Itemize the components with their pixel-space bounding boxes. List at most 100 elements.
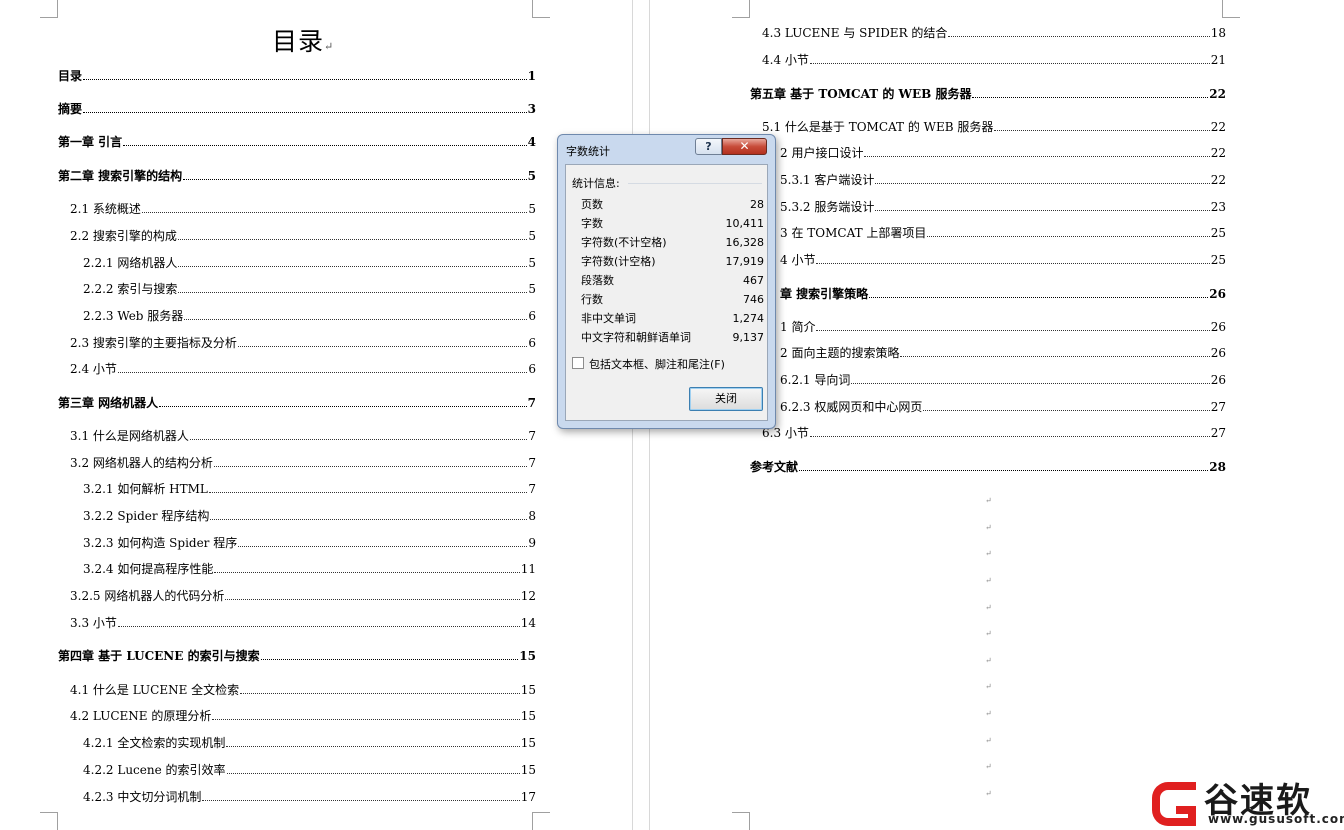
dot-leader — [83, 69, 527, 80]
dot-leader — [927, 226, 1210, 237]
help-button[interactable]: ? — [695, 138, 722, 155]
toc-entry[interactable]: 5.1 什么是基于 TOMCAT 的 WEB 服务器 22 — [762, 119, 1226, 135]
toc-entry-page: 26 — [1210, 373, 1226, 387]
toc-entry-title: 4 小节 — [780, 253, 816, 267]
toc-entry-page: 18 — [1210, 26, 1226, 40]
toc-entry-page: 5 — [528, 229, 536, 243]
toc-entry-page: 6 — [528, 362, 536, 376]
toc-entry-title: 3 在 TOMCAT 上部署项目 — [780, 226, 927, 240]
toc-entry-page: 7 — [528, 482, 536, 496]
toc-entry[interactable]: 摘要 3 — [58, 101, 536, 117]
toc-entry[interactable]: 第四章 基于 LUCENE 的索引与搜索 15 — [58, 648, 536, 664]
stat-label: 页数 — [581, 198, 603, 211]
toc-entry[interactable]: 章 搜索引擎策略 26 — [780, 286, 1226, 302]
close-window-button[interactable]: ✕ — [722, 138, 767, 155]
toc-entry[interactable]: 第二章 搜索引擎的结构 5 — [58, 168, 536, 184]
dot-leader — [117, 362, 528, 373]
toc-entry[interactable]: 第五章 基于 TOMCAT 的 WEB 服务器 22 — [750, 86, 1226, 102]
toc-entry[interactable]: 2.2 搜索引擎的构成 5 — [70, 228, 536, 244]
toc-entry[interactable]: 2 面向主题的搜索策略 26 — [780, 345, 1226, 361]
toc-entry[interactable]: 2 用户接口设计 22 — [780, 145, 1226, 161]
dot-leader — [869, 287, 1209, 298]
dot-leader — [260, 649, 519, 660]
toc-entry-page: 22 — [1209, 87, 1226, 101]
toc-entry[interactable]: 2.4 小节 6 — [70, 361, 536, 377]
toc-entry-title: 2.2.3 Web 服务器 — [83, 309, 184, 323]
dot-leader — [184, 309, 528, 320]
dot-leader — [864, 146, 1210, 157]
toc-entry[interactable]: 1 简介 26 — [780, 319, 1226, 335]
toc-entry-title: 3.2 网络机器人的结构分析 — [70, 456, 213, 470]
toc-entry-page: 14 — [520, 616, 536, 630]
toc-entry-page: 22 — [1210, 120, 1226, 134]
toc-entry-title: 2.2.1 网络机器人 — [83, 256, 178, 270]
toc-entry[interactable]: 2.3 搜索引擎的主要指标及分析 6 — [70, 335, 536, 351]
toc-entry[interactable]: 参考文献 28 — [750, 459, 1226, 475]
toc-entry[interactable]: 第一章 引言 4 — [58, 134, 536, 150]
dialog-titlebar[interactable]: 字数统计 ? ✕ — [558, 135, 775, 165]
toc-entry-title: 3.1 什么是网络机器人 — [70, 429, 189, 443]
toc-entry[interactable]: 3.2.1 如何解析 HTML 7 — [83, 481, 536, 497]
toc-entry[interactable]: 5.3.2 服务端设计 23 — [780, 199, 1226, 215]
include-textboxes-checkbox[interactable] — [572, 357, 584, 369]
toc-entry-page: 17 — [520, 790, 536, 804]
dot-leader — [141, 202, 528, 213]
stat-row: 中文字符和朝鲜语单词 9,137 — [581, 328, 764, 347]
toc-entry[interactable]: 6.2.1 导向词 26 — [780, 372, 1226, 388]
toc-entry-page: 22 — [1210, 146, 1226, 160]
include-textboxes-label[interactable]: 包括文本框、脚注和尾注(F) — [589, 356, 725, 372]
dot-leader — [875, 173, 1210, 184]
toc-entry[interactable]: 4.3 LUCENE 与 SPIDER 的结合 18 — [762, 25, 1226, 41]
help-icon: ? — [705, 140, 712, 153]
toc-entry[interactable]: 3 在 TOMCAT 上部署项目 25 — [780, 225, 1226, 241]
toc-entry[interactable]: 4.4 小节 21 — [762, 52, 1226, 68]
dot-leader — [183, 169, 527, 180]
toc-entry[interactable]: 3.2 网络机器人的结构分析 7 — [70, 455, 536, 471]
stat-row: 字数 10,411 — [581, 214, 764, 233]
stat-value: 28 — [750, 198, 764, 211]
toc-entry-page: 22 — [1210, 173, 1226, 187]
dot-leader — [237, 336, 528, 347]
toc-entry[interactable]: 5.3.1 客户端设计 22 — [780, 172, 1226, 188]
toc-entry[interactable]: 目录 1 — [58, 68, 536, 84]
stat-label: 段落数 — [581, 274, 614, 287]
dot-leader — [816, 320, 1210, 331]
toc-entry-page: 26 — [1209, 287, 1226, 301]
toc-entry[interactable]: 4.2 LUCENE 的原理分析 15 — [70, 708, 536, 724]
toc-entry[interactable]: 4.2.1 全文检索的实现机制 15 — [83, 735, 536, 751]
toc-entry-title: 5.3.2 服务端设计 — [780, 200, 875, 214]
dot-leader — [809, 53, 1210, 64]
dot-leader — [972, 87, 1209, 98]
toc-entry[interactable]: 6.2.3 权威网页和中心网页 27 — [780, 399, 1226, 415]
toc-entry[interactable]: 3.2.5 网络机器人的代码分析 12 — [70, 588, 536, 604]
toc-entry[interactable]: 第三章 网络机器人 7 — [58, 395, 536, 411]
dot-leader — [159, 396, 527, 407]
dot-leader — [816, 253, 1210, 264]
toc-entry-title: 2 用户接口设计 — [780, 146, 864, 160]
toc-entry[interactable]: 3.2.3 如何构造 Spider 程序 9 — [83, 535, 536, 551]
dot-leader — [83, 102, 527, 113]
toc-entry[interactable]: 2.2.2 索引与搜索 5 — [83, 281, 536, 297]
stat-row: 页数 28 — [581, 195, 764, 214]
toc-entry[interactable]: 3.1 什么是网络机器人 7 — [70, 428, 536, 444]
close-dialog-button[interactable]: 关闭 — [689, 387, 763, 411]
toc-entry[interactable]: 3.2.4 如何提高程序性能 11 — [83, 561, 536, 577]
toc-entry[interactable]: 2.1 系统概述 5 — [70, 201, 536, 217]
toc-entry[interactable]: 4 小节 25 — [780, 252, 1226, 268]
toc-entry[interactable]: 2.2.3 Web 服务器 6 — [83, 308, 536, 324]
toc-entry-title: 第二章 搜索引擎的结构 — [58, 169, 183, 183]
paragraph-mark: ↵ — [985, 576, 992, 585]
toc-entry[interactable]: 2.2.1 网络机器人 5 — [83, 255, 536, 271]
group-divider — [628, 183, 762, 184]
toc-entry[interactable]: 4.2.3 中文切分词机制 17 — [83, 789, 536, 805]
toc-entry[interactable]: 6.3 小节 27 — [762, 425, 1226, 441]
toc-entry[interactable]: 4.1 什么是 LUCENE 全文检索 15 — [70, 682, 536, 698]
toc-entry-title: 2.2 搜索引擎的构成 — [70, 229, 177, 243]
dot-leader — [900, 346, 1210, 357]
toc-entry-title: 章 搜索引擎策略 — [780, 287, 869, 301]
toc-entry[interactable]: 3.3 小节 14 — [70, 615, 536, 631]
toc-entry[interactable]: 4.2.2 Lucene 的索引效率 15 — [83, 762, 536, 778]
toc-entry-page: 5 — [528, 256, 536, 270]
toc-entry[interactable]: 3.2.2 Spider 程序结构 8 — [83, 508, 536, 524]
gusu-logo-icon — [1152, 782, 1196, 826]
